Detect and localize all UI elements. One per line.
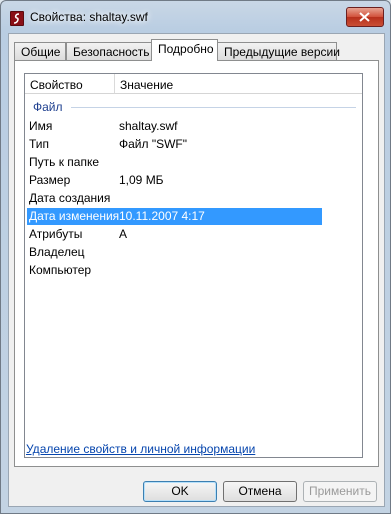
tab-general[interactable]: Общие (14, 42, 66, 60)
ok-button[interactable]: OK (143, 481, 217, 502)
close-button[interactable] (346, 7, 384, 27)
property-name: Владелец (29, 245, 85, 259)
property-name: Атрибуты (29, 227, 83, 241)
property-value: Файл "SWF" (119, 137, 188, 151)
list-row[interactable]: Атрибуты A (25, 226, 362, 243)
group-header-file: Файл (25, 98, 362, 114)
tab-security[interactable]: Безопасность (66, 42, 152, 60)
list-row[interactable]: Владелец (25, 244, 362, 261)
dialog-body: Общие Безопасность Подробно Предыдущие в… (8, 33, 385, 507)
column-header-property[interactable]: Свойство (25, 74, 115, 94)
list-row[interactable]: Компьютер (25, 262, 362, 279)
tab-previous-versions[interactable]: Предыдущие версии (217, 42, 340, 60)
column-header-value[interactable]: Значение (115, 74, 362, 94)
property-name: Тип (29, 137, 50, 151)
list-row[interactable]: Размер 1,09 МБ (25, 172, 362, 189)
window-title: Свойства: shaltay.swf (30, 10, 148, 24)
property-name: Размер (29, 173, 71, 187)
property-name: Имя (29, 119, 53, 133)
group-divider (71, 107, 356, 108)
property-value: 1,09 МБ (119, 173, 164, 187)
title-bar[interactable]: Свойства: shaltay.swf (1, 1, 390, 33)
list-row-selected[interactable]: Дата изменения 10.11.2007 4:17 (27, 208, 322, 225)
cancel-button[interactable]: Отмена (223, 481, 297, 502)
property-value: 10.11.2007 4:17 (119, 209, 205, 223)
list-row[interactable]: Тип Файл "SWF" (25, 136, 362, 153)
property-name: Дата изменения (29, 209, 120, 223)
remove-properties-link[interactable]: Удаление свойств и личной информации (26, 442, 255, 456)
properties-list[interactable]: Свойство Значение Файл Имя shaltay.swf Т… (24, 73, 363, 458)
property-name: Путь к папке (29, 155, 100, 169)
property-value: A (119, 227, 128, 241)
swf-file-icon (10, 11, 24, 26)
list-row[interactable]: Имя shaltay.swf (25, 118, 362, 135)
list-row[interactable]: Дата создания (25, 190, 362, 207)
property-value: shaltay.swf (119, 119, 178, 133)
details-panel: Свойство Значение Файл Имя shaltay.swf Т… (14, 60, 379, 467)
list-row[interactable]: Путь к папке (25, 154, 362, 171)
property-name: Компьютер (29, 263, 92, 277)
group-label: Файл (33, 100, 63, 114)
list-header: Свойство Значение (25, 74, 362, 95)
apply-button[interactable]: Применить (303, 481, 377, 502)
tab-details[interactable]: Подробно (151, 39, 218, 61)
properties-window: Свойства: shaltay.swf Общие Безопасность… (0, 0, 391, 514)
tab-strip: Общие Безопасность Подробно Предыдущие в… (14, 39, 379, 61)
close-icon (359, 12, 370, 22)
property-name: Дата создания (29, 191, 111, 205)
